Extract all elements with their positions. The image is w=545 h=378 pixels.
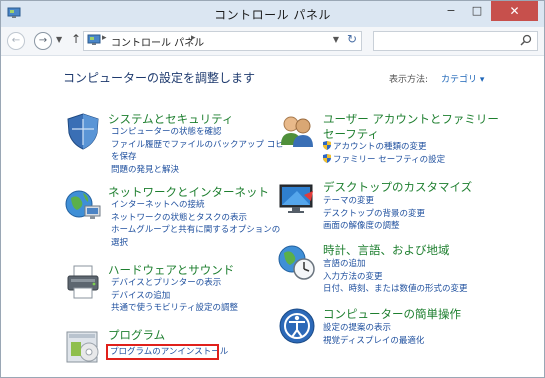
- view-by-label: 表示方法:: [389, 75, 429, 85]
- link-add-language[interactable]: 言語の追加: [323, 258, 468, 271]
- link-homegroup-sharing-cont[interactable]: 選択: [111, 237, 280, 250]
- category-title[interactable]: システムとセキュリティ: [108, 111, 233, 127]
- link-adjust-resolution[interactable]: 画面の解像度の調整: [323, 220, 425, 233]
- desktop-monitor-icon[interactable]: [277, 179, 317, 219]
- link-connect-internet[interactable]: インターネットへの接続: [111, 199, 280, 212]
- uninstall-program-highlight: [106, 344, 219, 360]
- link-change-account-type[interactable]: アカウントの種類の変更: [323, 141, 445, 154]
- refresh-icon[interactable]: ↻: [347, 32, 357, 46]
- category-title[interactable]: ハードウェアとサウンド: [108, 262, 234, 278]
- link-suggested-settings[interactable]: 設定の提案の表示: [323, 322, 424, 335]
- users-icon[interactable]: [277, 111, 317, 151]
- link-file-history-backup[interactable]: ファイル履歴でファイルのバックアップ コピー: [111, 139, 292, 152]
- link-change-date-time-format[interactable]: 日付、時刻、または数値の形式の変更: [323, 283, 468, 296]
- breadcrumb-separator-icon[interactable]: ▸: [191, 33, 196, 43]
- category-title[interactable]: コンピューターの簡単操作: [323, 306, 461, 322]
- minimize-button[interactable]: −: [438, 1, 464, 21]
- view-by-dropdown[interactable]: カテゴリ ▾: [441, 72, 484, 85]
- link-find-fix-problems[interactable]: 問題の発見と解決: [111, 164, 292, 177]
- category-title[interactable]: デスクトップのカスタマイズ: [323, 179, 472, 195]
- programs-icon[interactable]: [63, 326, 103, 366]
- category-title-line2[interactable]: セーフティ: [323, 126, 379, 142]
- search-icon[interactable]: [520, 34, 532, 46]
- forward-button[interactable]: →: [34, 32, 52, 50]
- ease-of-access-icon[interactable]: [277, 306, 317, 346]
- control-panel-icon: [87, 34, 101, 45]
- page-title: コンピューターの設定を調整します: [63, 71, 256, 85]
- link-add-device[interactable]: デバイスの追加: [111, 290, 238, 303]
- category-title-line1[interactable]: ユーザー アカウントとファミリー: [323, 111, 499, 127]
- link-label[interactable]: ファミリー セーフティの設定: [333, 155, 445, 165]
- uac-shield-icon: [323, 153, 331, 163]
- category-title[interactable]: 時計、言語、および地域: [323, 242, 450, 258]
- category-title[interactable]: ネットワークとインターネット: [108, 184, 269, 200]
- link-label[interactable]: アカウントの種類の変更: [333, 142, 427, 152]
- navigation-bar: ← → ▼ ↑ ▸ コントロール パネル ▸ ▼ ↻: [1, 27, 544, 56]
- link-family-safety[interactable]: ファミリー セーフティの設定: [323, 153, 445, 167]
- category-links: コンピューターの状態を確認 ファイル履歴でファイルのバックアップ コピー を保存…: [111, 126, 292, 176]
- uac-shield-icon: [323, 141, 331, 150]
- up-button[interactable]: ↑: [71, 32, 81, 46]
- category-links: デバイスとプリンターの表示 デバイスの追加 共通で使うモビリティ設定の調整: [111, 277, 238, 315]
- maximize-button[interactable]: □: [464, 1, 490, 21]
- link-file-history-backup-cont[interactable]: を保存: [111, 151, 292, 164]
- control-panel-window: コントロール パネル − □ ✕ ← → ▼ ↑ ▸ コントロール パネル ▸ …: [0, 0, 545, 378]
- shield-icon[interactable]: [63, 111, 103, 151]
- address-dropdown-chevron-down-icon[interactable]: ▼: [333, 35, 339, 44]
- network-globe-icon[interactable]: [63, 184, 103, 224]
- main-content: コンピューターの設定を調整します 表示方法: カテゴリ ▾ システムとセキュリテ…: [1, 56, 544, 377]
- search-input[interactable]: [373, 31, 538, 51]
- link-devices-printers[interactable]: デバイスとプリンターの表示: [111, 277, 238, 290]
- address-bar[interactable]: ▸ コントロール パネル ▸ ▼ ↻: [83, 31, 362, 51]
- category-links: 設定の提案の表示 視覚ディスプレイの最適化: [323, 322, 424, 347]
- clock-globe-icon[interactable]: [277, 242, 317, 282]
- link-optimize-visual-display[interactable]: 視覚ディスプレイの最適化: [323, 335, 424, 348]
- link-check-computer-status[interactable]: コンピューターの状態を確認: [111, 126, 292, 139]
- breadcrumb-separator-icon[interactable]: ▸: [102, 33, 107, 43]
- close-button[interactable]: ✕: [491, 1, 538, 21]
- category-title[interactable]: プログラム: [108, 327, 165, 343]
- link-change-theme[interactable]: テーマの変更: [323, 195, 425, 208]
- title-bar: コントロール パネル − □ ✕: [1, 1, 544, 27]
- link-homegroup-sharing[interactable]: ホームグループと共有に関するオプションの: [111, 224, 280, 237]
- category-links: アカウントの種類の変更 ファミリー セーフティの設定: [323, 141, 445, 166]
- link-mobility-settings[interactable]: 共通で使うモビリティ設定の調整: [111, 302, 238, 315]
- recent-locations-chevron-down-icon[interactable]: ▼: [56, 35, 62, 44]
- category-links: 言語の追加 入力方法の変更 日付、時刻、または数値の形式の変更: [323, 258, 468, 296]
- link-change-input-method[interactable]: 入力方法の変更: [323, 271, 468, 284]
- category-links: テーマの変更 デスクトップの背景の変更 画面の解像度の調整: [323, 195, 425, 233]
- link-change-background[interactable]: デスクトップの背景の変更: [323, 208, 425, 221]
- back-button[interactable]: ←: [7, 32, 25, 50]
- printer-icon[interactable]: [63, 262, 103, 302]
- category-links: インターネットへの接続 ネットワークの状態とタスクの表示 ホームグループと共有に…: [111, 199, 280, 249]
- link-network-status-tasks[interactable]: ネットワークの状態とタスクの表示: [111, 212, 280, 225]
